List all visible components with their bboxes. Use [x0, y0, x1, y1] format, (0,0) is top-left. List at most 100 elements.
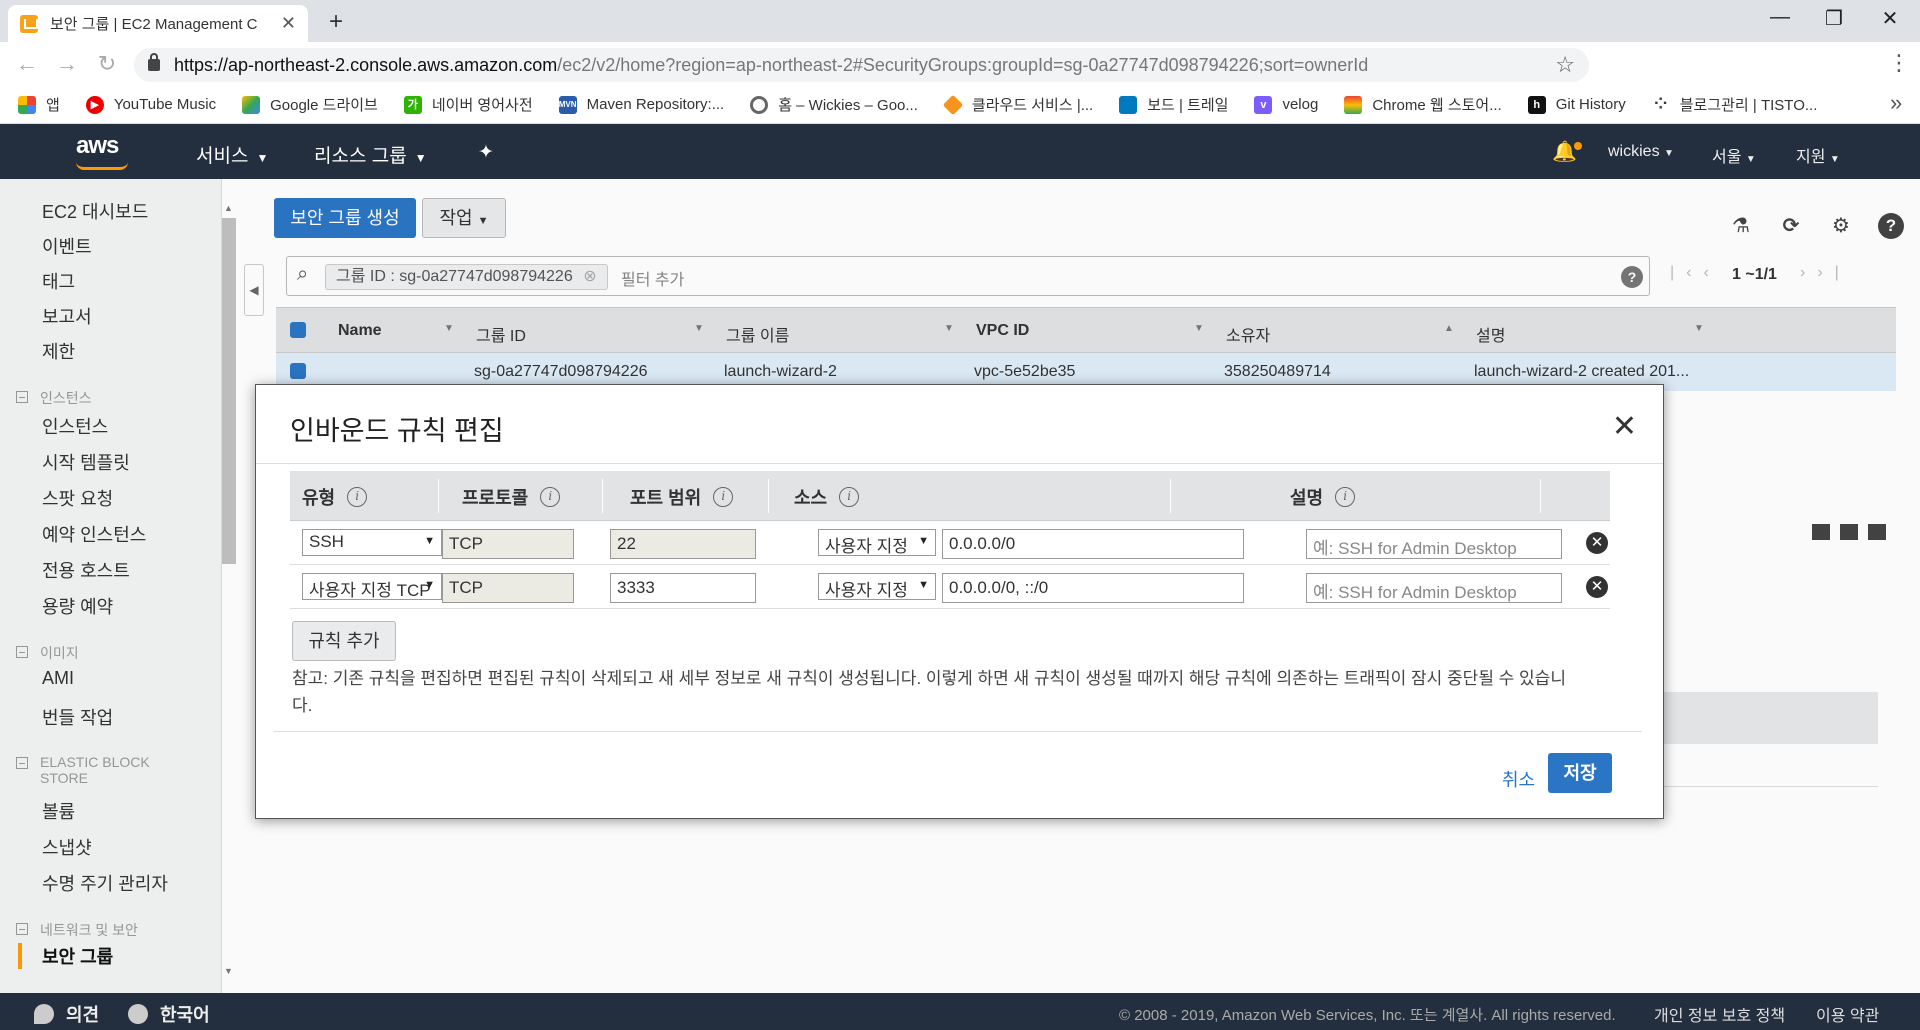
source-type-select[interactable]: 사용자 지정 ▼	[818, 529, 936, 556]
divider	[438, 479, 439, 513]
bookmark-git-history[interactable]: h Git History	[1527, 95, 1626, 114]
aws-favicon-icon	[20, 14, 38, 33]
url-bar[interactable]: https://ap-northeast-2.console.aws.amazo…	[134, 48, 1589, 82]
divider	[602, 479, 603, 513]
browser-tab-strip: 보안 그룹 | EC2 Management C ✕ + — ❐ ✕	[0, 0, 1920, 42]
port-range-field[interactable]: 3333	[610, 573, 756, 603]
bookmark-star-icon[interactable]: ☆	[1555, 52, 1575, 78]
forward-icon[interactable]: →	[50, 51, 84, 77]
console-footer: 의견 한국어 © 2008 - 2019, Amazon Web Service…	[0, 993, 1920, 1030]
info-icon[interactable]: i	[540, 487, 561, 507]
region-menu[interactable]: 서울 ▼	[1712, 143, 1756, 167]
notification-bell-icon[interactable]: 🔔	[1552, 139, 1577, 164]
bookmark-youtube-music[interactable]: ▶ YouTube Music	[85, 95, 216, 114]
lock-icon	[148, 53, 160, 71]
support-menu[interactable]: 지원 ▼	[1796, 143, 1840, 167]
info-icon[interactable]: i	[713, 487, 734, 507]
trello-icon	[1119, 95, 1138, 114]
minimize-window-icon[interactable]: —	[1760, 6, 1800, 29]
dialog-title: 인바운드 규칙 편집	[290, 416, 504, 446]
bookmark-tistory[interactable]: ⁘ 블로그관리 | TISTO...	[1652, 94, 1817, 115]
dropdown-arrow-icon: ▼	[918, 579, 929, 591]
rule-row: SSH ▼ TCP 22 사용자 지정 ▼ 0.0.0.0/0 예: SSH for…	[290, 521, 1610, 565]
cancel-button[interactable]: 취소	[1502, 766, 1535, 792]
dropdown-arrow-icon: ▼	[424, 579, 435, 591]
rule-type-select[interactable]: 사용자 지정 TCP ▼	[302, 573, 442, 600]
chevron-down-icon: ▼	[256, 151, 269, 165]
close-window-icon[interactable]: ✕	[1870, 6, 1910, 31]
description-field[interactable]: 예: SSH for Admin Desktop	[1306, 529, 1562, 559]
naver-icon: 가	[403, 95, 422, 114]
bookmark-apps[interactable]: 앱	[18, 94, 60, 115]
chrome-store-icon	[1344, 95, 1363, 114]
divider	[274, 731, 1642, 732]
source-type-select[interactable]: 사용자 지정 ▼	[818, 573, 936, 600]
browser-tab[interactable]: 보안 그룹 | EC2 Management C ✕	[8, 5, 308, 42]
bookmark-naver-dictionary[interactable]: 가 네이버 영어사전	[403, 94, 533, 115]
privacy-policy-link[interactable]: 개인 정보 보호 정책	[1654, 1002, 1785, 1026]
port-range-field[interactable]: 22	[610, 529, 756, 559]
bookmark-wickies[interactable]: 홈 – Wickies – Goo...	[750, 94, 918, 115]
rules-table-header: 유형 i 프로토콜 i 포트 범위 i 소스 i 설명 i	[290, 471, 1610, 521]
add-rule-button[interactable]: 규칙 추가	[292, 621, 396, 661]
aws-logo[interactable]: aws	[76, 132, 128, 170]
account-menu[interactable]: wickies ▼	[1608, 143, 1674, 161]
bookmark-cloud-service[interactable]: 클라우드 서비스 |...	[942, 94, 1093, 115]
close-dialog-icon[interactable]: ✕	[1612, 409, 1637, 444]
bookmark-trello[interactable]: 보드 | 트레일	[1119, 94, 1228, 115]
protocol-field[interactable]: TCP	[442, 573, 574, 603]
back-icon[interactable]: ←	[10, 51, 44, 77]
bookmark-google-drive[interactable]: Google 드라이브	[242, 94, 378, 115]
protocol-field[interactable]: TCP	[442, 529, 574, 559]
browser-menu-icon[interactable]: ⋮	[1888, 50, 1910, 76]
aws-top-nav: aws 서비스 ▼ 리소스 그룹 ▼ ✦ 🔔 wickies ▼ 서울 ▼ 지원 ▼	[0, 124, 1920, 179]
divider	[256, 463, 1663, 464]
bookmark-chrome-store[interactable]: Chrome 웹 스토어...	[1344, 94, 1502, 115]
wickies-icon	[750, 95, 769, 114]
dropdown-arrow-icon: ▼	[918, 535, 929, 547]
terms-link[interactable]: 이용 약관	[1816, 1002, 1879, 1026]
bookmark-velog[interactable]: v velog	[1254, 95, 1318, 114]
feedback-link[interactable]: 의견	[34, 1001, 99, 1027]
source-cidr-field[interactable]: 0.0.0.0/0	[942, 529, 1244, 559]
chevron-down-icon: ▼	[1829, 154, 1840, 165]
chevron-down-icon: ▼	[414, 151, 427, 165]
column-header-source: 소스 i	[794, 484, 860, 510]
divider	[768, 479, 769, 513]
bookmarks-overflow-icon[interactable]: »	[1890, 90, 1902, 116]
git-history-icon: h	[1527, 95, 1546, 114]
source-cidr-field[interactable]: 0.0.0.0/0, ::/0	[942, 573, 1244, 603]
column-header-type: 유형 i	[302, 484, 368, 510]
delete-rule-icon[interactable]: ✕	[1586, 576, 1608, 598]
notification-dot	[1574, 142, 1582, 150]
description-field[interactable]: 예: SSH for Admin Desktop	[1306, 573, 1562, 603]
address-bar-row: ← → ↻ https://ap-northeast-2.console.aws…	[0, 42, 1920, 118]
reload-icon[interactable]: ↻	[90, 51, 124, 77]
pin-icon[interactable]: ✦	[478, 141, 494, 164]
youtube-music-icon: ▶	[85, 95, 104, 114]
edit-warning-note: 참고: 기존 규칙을 편집하면 편집된 규칙이 삭제되고 새 세부 정보로 새 …	[292, 669, 1566, 715]
chevron-down-icon: ▼	[1745, 154, 1756, 165]
velog-icon: v	[1254, 95, 1273, 114]
bookmark-maven[interactable]: MVN Maven Repository:...	[558, 95, 724, 114]
dropdown-arrow-icon: ▼	[424, 535, 435, 547]
delete-rule-icon[interactable]: ✕	[1586, 532, 1608, 554]
info-icon[interactable]: i	[1335, 487, 1356, 507]
edit-inbound-rules-dialog: 인바운드 규칙 편집 ✕ 유형 i 프로토콜 i 포트 범위 i 소스 i 설명 i SS…	[255, 384, 1664, 819]
column-header-protocol: 프로토콜 i	[462, 484, 561, 510]
info-icon[interactable]: i	[839, 487, 860, 507]
language-selector[interactable]: 한국어	[128, 1001, 210, 1027]
info-icon[interactable]: i	[347, 487, 368, 507]
rule-type-select[interactable]: SSH ▼	[302, 529, 442, 556]
copyright-text: © 2008 - 2019, Amazon Web Services, Inc.…	[1119, 1007, 1616, 1024]
resource-groups-menu[interactable]: 리소스 그룹 ▼	[314, 141, 427, 168]
tistory-icon: ⁘	[1654, 95, 1668, 113]
services-menu[interactable]: 서비스 ▼	[196, 141, 268, 168]
rule-row: 사용자 지정 TCP ▼ TCP 3333 사용자 지정 ▼ 0.0.0.0/0, …	[290, 565, 1610, 609]
new-tab-button[interactable]: +	[320, 7, 352, 39]
globe-icon	[128, 1004, 148, 1024]
bookmarks-bar: 앱 ▶ YouTube Music Google 드라이브 가 네이버 영어사전 M…	[0, 86, 1920, 124]
close-tab-icon[interactable]: ✕	[281, 13, 296, 34]
maximize-window-icon[interactable]: ❐	[1814, 6, 1854, 31]
save-button[interactable]: 저장	[1548, 753, 1612, 793]
